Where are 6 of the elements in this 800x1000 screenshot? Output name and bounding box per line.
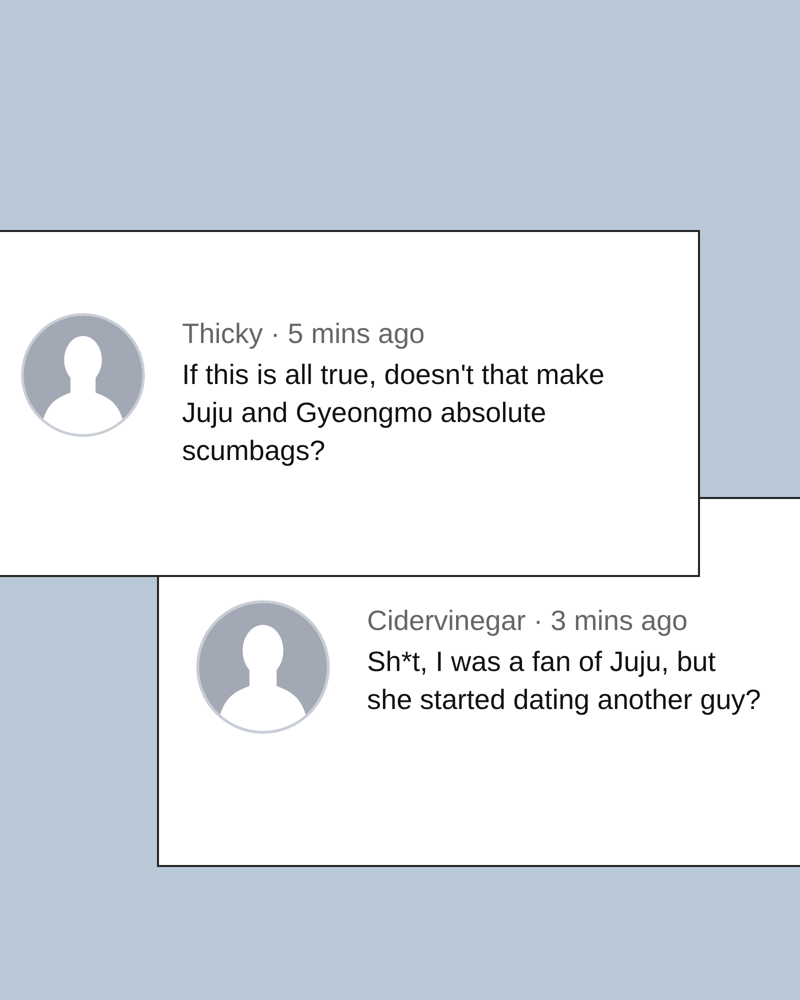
avatar-icon [195,599,331,735]
avatar-icon [20,312,146,438]
comment-meta: Cidervinegar · 3 mins ago [367,605,689,637]
comment-meta: Thicky · 5 mins ago [182,318,426,350]
comment-text: Sh*t, I was a fan of Juju, but she started dating another guy? [367,645,762,717]
comment-text: If this is all true, doesn't that make Juju and Gyeongmo absolute scumbags? [182,358,606,468]
